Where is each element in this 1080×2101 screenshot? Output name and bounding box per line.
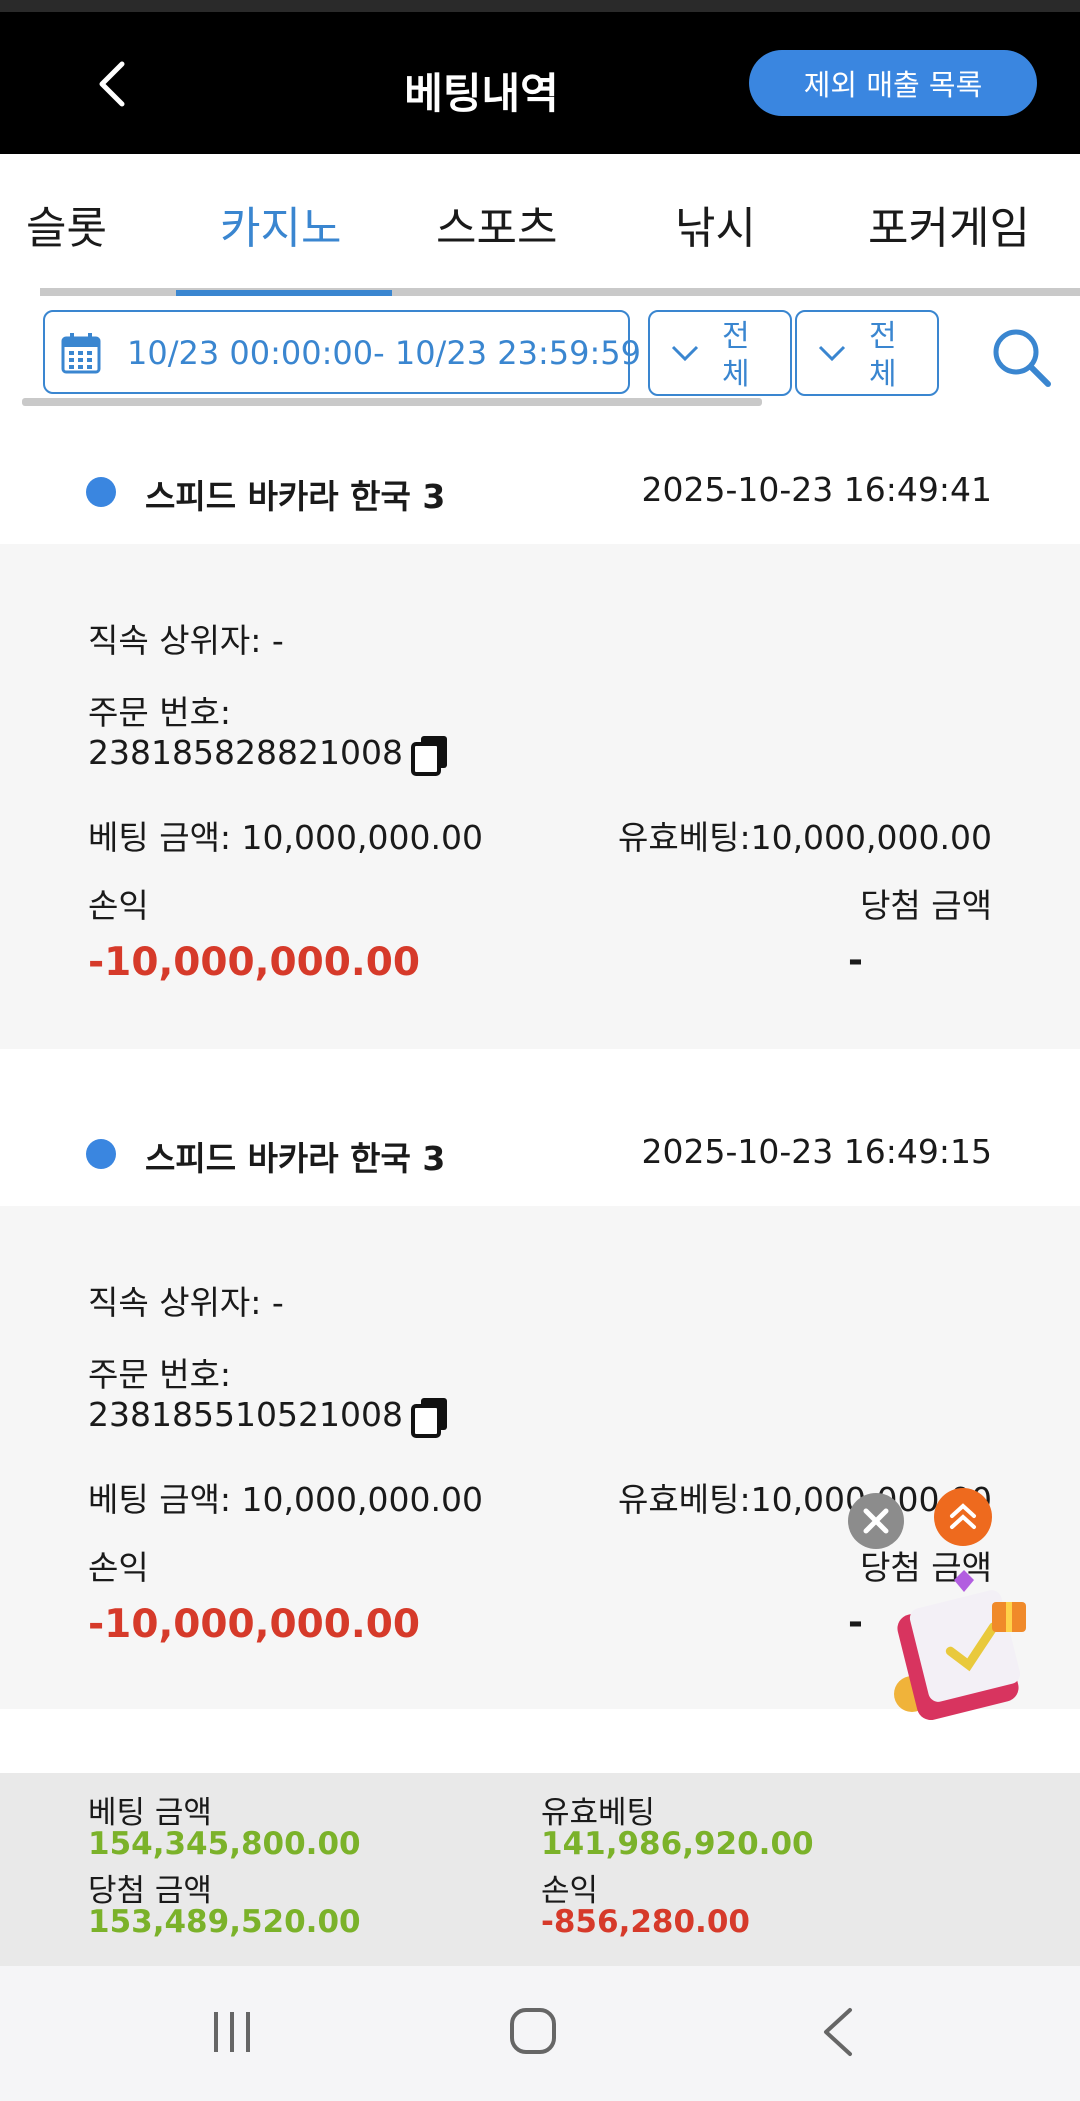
bet-amount: 베팅 금액: 10,000,000.00	[88, 1480, 483, 1519]
tab-sports[interactable]: 스포츠	[436, 192, 557, 256]
system-nav-bar	[0, 1966, 1080, 2101]
parent-agent: 직속 상위자: -	[88, 621, 284, 660]
status-dot	[86, 477, 116, 507]
game-name: 스피드 바카라 한국 3	[145, 1139, 446, 1178]
summary-bet-value: 154,345,800.00	[88, 1826, 361, 1862]
status-strip	[0, 0, 1080, 12]
close-icon	[863, 1508, 889, 1534]
home-icon[interactable]	[508, 2006, 558, 2056]
chevron-down-icon	[818, 345, 846, 362]
filter-select-2-value: 전체	[869, 319, 897, 392]
profit-value: -10,000,000.00	[88, 1602, 420, 1647]
search-icon[interactable]	[990, 326, 1054, 390]
tab-slot[interactable]: 슬롯	[26, 192, 107, 256]
order-label: 주문 번호:	[88, 693, 232, 732]
summary-panel: 베팅 금액 154,345,800.00 유효베팅 141,986,920.00…	[0, 1773, 1080, 1966]
excluded-sales-button[interactable]: 제외 매출 목록	[749, 50, 1037, 116]
chevron-down-icon	[671, 345, 699, 362]
tab-fishing[interactable]: 낚시	[675, 192, 756, 256]
calendar-icon	[61, 333, 101, 374]
date-range-picker[interactable]: 10/23 00:00:00- 10/23 23:59:59	[43, 310, 641, 394]
filter-scrollbar[interactable]	[22, 398, 762, 406]
filter-select-1-value: 전체	[722, 319, 750, 392]
order-number-row: 238185828821008	[88, 733, 449, 776]
copy-icon[interactable]	[410, 734, 449, 776]
double-chevron-up-icon	[950, 1503, 976, 1529]
summary-profit-value: -856,280.00	[541, 1904, 750, 1940]
order-number-row: 238185510521008	[88, 1395, 449, 1438]
back-icon[interactable]	[818, 2006, 858, 2058]
bet-time: 2025-10-23 16:49:41	[641, 470, 992, 509]
summary-win-value: 153,489,520.00	[88, 1904, 361, 1940]
bet-amount: 베팅 금액: 10,000,000.00	[88, 818, 483, 857]
win-amount-label: 당첨 금액	[860, 886, 992, 925]
order-number: 238185510521008	[88, 1395, 403, 1434]
status-dot	[86, 1139, 116, 1169]
order-label: 주문 번호:	[88, 1355, 232, 1394]
win-amount-value: -	[848, 1602, 863, 1643]
game-name: 스피드 바카라 한국 3	[145, 477, 446, 516]
tab-casino[interactable]: 카지노	[220, 192, 341, 256]
filter-select-2[interactable]: 전체	[795, 310, 939, 396]
recent-apps-icon[interactable]	[208, 2008, 256, 2056]
profit-label: 손익	[88, 1548, 149, 1587]
tab-poker[interactable]: 포커게임	[868, 192, 1030, 256]
date-range-text: 10/23 00:00:00- 10/23 23:59:59	[127, 334, 641, 372]
valid-bet: 유효베팅:10,000,000.00	[618, 818, 992, 857]
filter-select-1[interactable]: 전체	[648, 310, 792, 396]
close-promo-button[interactable]	[848, 1493, 904, 1549]
scroll-top-button[interactable]	[934, 1488, 992, 1546]
profit-label: 손익	[88, 886, 149, 925]
top-bar: 베팅내역 제외 매출 목록	[0, 12, 1080, 154]
order-number: 238185828821008	[88, 733, 403, 772]
win-amount-value: -	[848, 940, 863, 981]
copy-icon[interactable]	[410, 1396, 449, 1438]
category-tabs: 슬롯 카지노 스포츠 낚시 포커게임	[0, 154, 1080, 284]
profit-value: -10,000,000.00	[88, 940, 420, 985]
promo-gift-icon[interactable]	[888, 1562, 1048, 1722]
bet-time: 2025-10-23 16:49:15	[641, 1132, 992, 1171]
summary-valid-value: 141,986,920.00	[541, 1826, 814, 1862]
parent-agent: 직속 상위자: -	[88, 1283, 284, 1322]
